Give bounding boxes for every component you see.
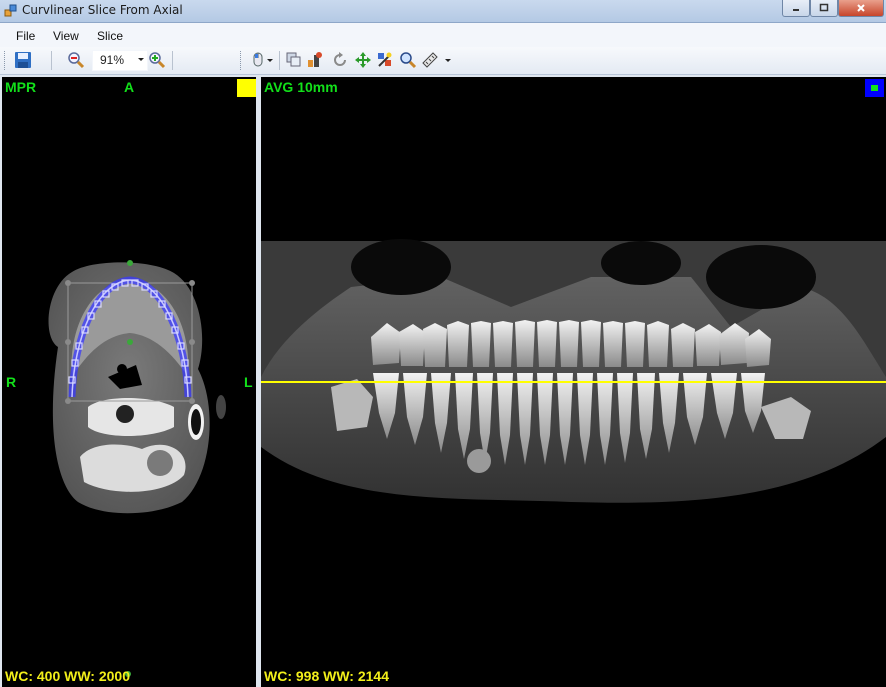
ruler-icon[interactable] — [421, 51, 439, 69]
zoom-select[interactable]: 91% — [92, 50, 148, 71]
toolbar-separator — [172, 51, 173, 70]
chevron-down-icon[interactable] — [444, 51, 452, 69]
orientation-right: R — [6, 374, 17, 390]
zoom-out-icon[interactable] — [67, 51, 85, 69]
minimize-icon — [793, 9, 799, 11]
chevron-down-icon — [138, 58, 144, 61]
zoom-value: 91% — [100, 53, 125, 67]
window-level-readout: WC: 998 WW: 2144 — [264, 668, 389, 684]
axial-slice-image — [48, 260, 226, 677]
panoramic-viewport[interactable]: AVG 10mm WC: 998 WW: 2144 — [261, 77, 886, 687]
magic-wand-icon[interactable] — [376, 51, 394, 69]
zoom-in-icon[interactable] — [148, 51, 166, 69]
menu-view[interactable]: View — [53, 29, 79, 43]
menu-file[interactable]: File — [16, 29, 35, 43]
viewport-indicator[interactable] — [865, 79, 884, 97]
maximize-icon — [819, 3, 829, 12]
window-level-readout: WC: 400 WW: 2000 — [5, 668, 130, 684]
toolbar-grip[interactable] — [240, 51, 244, 70]
app-icon — [4, 4, 17, 17]
maximize-button[interactable] — [810, 0, 838, 17]
orientation-left: L — [244, 374, 253, 390]
menu-bar: File View Slice — [0, 23, 886, 47]
orientation-anterior: A — [124, 79, 135, 95]
viewport-indicator-dot — [871, 85, 878, 91]
panoramic-slice-image — [261, 239, 886, 687]
viewport-label: MPR — [5, 79, 37, 95]
rotate-icon[interactable] — [331, 51, 349, 69]
toolbar-separator — [279, 51, 280, 70]
title-bar: Curvlinear Slice From Axial — [0, 0, 886, 23]
window-title: Curvlinear Slice From Axial — [22, 3, 183, 17]
close-icon — [857, 4, 865, 12]
toolbar-grip[interactable] — [4, 51, 8, 70]
mpr-viewport[interactable]: MPR A R L WC: 400 WW: 2000 — [2, 77, 256, 687]
close-button[interactable] — [838, 0, 884, 17]
copy-layers-icon[interactable] — [285, 51, 303, 69]
magnifier-icon[interactable] — [399, 51, 417, 69]
viewport-indicator[interactable] — [237, 79, 256, 97]
save-icon[interactable] — [14, 51, 32, 69]
pan-icon[interactable] — [354, 51, 372, 69]
chevron-down-icon[interactable] — [266, 51, 274, 69]
menu-slice[interactable]: Slice — [97, 29, 123, 43]
toolbar-separator — [51, 51, 52, 70]
viewport-label: AVG 10mm — [264, 79, 338, 95]
minimize-button[interactable] — [782, 0, 810, 17]
window-level-icon[interactable] — [306, 51, 324, 69]
